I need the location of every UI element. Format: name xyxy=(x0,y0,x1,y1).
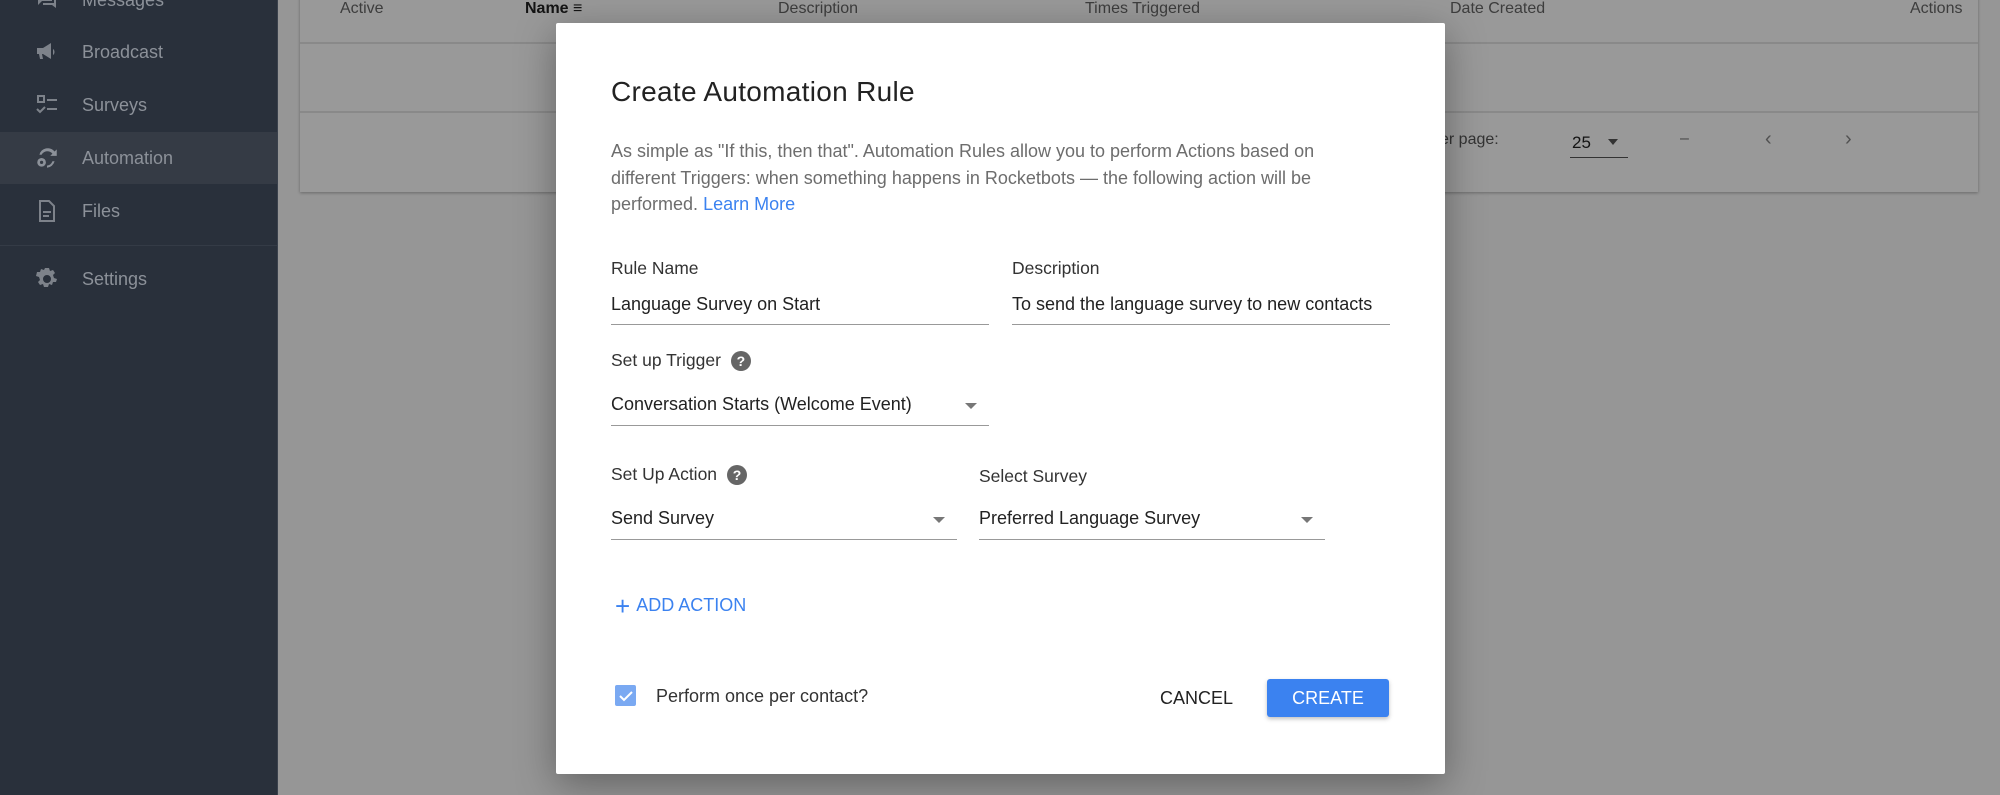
sidebar-overlay-spacer xyxy=(0,0,278,795)
trigger-select-value: Conversation Starts (Welcome Event) xyxy=(611,394,912,414)
perform-once-checkbox[interactable] xyxy=(615,685,636,706)
dialog-description: As simple as "If this, then that". Autom… xyxy=(611,138,1371,218)
description-input[interactable] xyxy=(1012,285,1390,325)
help-icon[interactable]: ? xyxy=(730,350,751,371)
rule-name-input[interactable] xyxy=(611,285,989,325)
chevron-down-icon xyxy=(933,517,945,523)
learn-more-link[interactable]: Learn More xyxy=(703,194,795,214)
create-button[interactable]: CREATE xyxy=(1267,679,1389,717)
trigger-label-text: Set up Trigger xyxy=(611,350,721,370)
rule-name-label: Rule Name xyxy=(611,258,699,278)
action-label-text: Set Up Action xyxy=(611,464,718,484)
cancel-button[interactable]: CANCEL xyxy=(1146,679,1247,717)
action-select-value: Send Survey xyxy=(611,508,715,528)
survey-label: Select Survey xyxy=(979,466,1087,486)
dialog-title: Create Automation Rule xyxy=(611,76,915,107)
checkmark-icon xyxy=(618,690,633,701)
survey-select[interactable]: Preferred Language Survey xyxy=(979,500,1325,540)
create-automation-rule-dialog: Create Automation Rule As simple as "If … xyxy=(556,23,1445,774)
trigger-label: Set up Trigger ? xyxy=(611,350,751,371)
survey-select-value: Preferred Language Survey xyxy=(979,508,1201,528)
perform-once-label[interactable]: Perform once per contact? xyxy=(656,686,868,707)
chevron-down-icon xyxy=(965,403,977,409)
chevron-down-icon xyxy=(1301,517,1313,523)
add-action-label: ADD ACTION xyxy=(636,595,747,615)
plus-icon: + xyxy=(615,590,631,621)
action-label: Set Up Action ? xyxy=(611,464,748,485)
trigger-select[interactable]: Conversation Starts (Welcome Event) xyxy=(611,386,989,426)
description-label: Description xyxy=(1012,258,1100,278)
action-select[interactable]: Send Survey xyxy=(611,500,957,540)
help-icon[interactable]: ? xyxy=(727,464,748,485)
add-action-button[interactable]: + ADD ACTION xyxy=(615,590,747,621)
